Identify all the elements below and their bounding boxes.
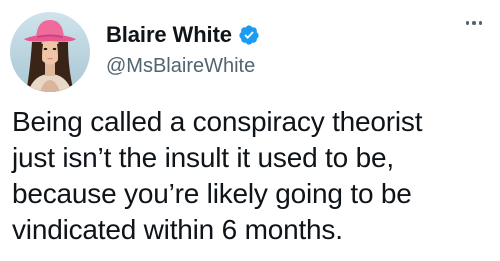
tweet-text-line: because you’re likely going to be [12,178,412,209]
profile-photo-icon [10,12,90,92]
tweet-text-line: Being called a conspiracy theorist [12,106,423,137]
tweet-text: Being called a conspiracy theorist just … [12,104,492,248]
more-options-icon[interactable] [460,14,488,32]
author-name-row: Blaire White [106,20,260,50]
author-handle[interactable]: @MsBlaireWhite [106,55,255,78]
verified-badge-icon [238,24,260,46]
more-dot [472,21,476,25]
tweet-text-line: just isn’t the insult it used to be, [12,142,394,173]
tweet-card: Blaire White @MsBlaireWhite Being called… [0,0,500,261]
more-dot [478,21,483,25]
more-dot [465,21,470,25]
author-display-name[interactable]: Blaire White [106,22,232,48]
avatar[interactable] [10,12,90,92]
tweet-text-line: vindicated within 6 months. [12,214,343,245]
